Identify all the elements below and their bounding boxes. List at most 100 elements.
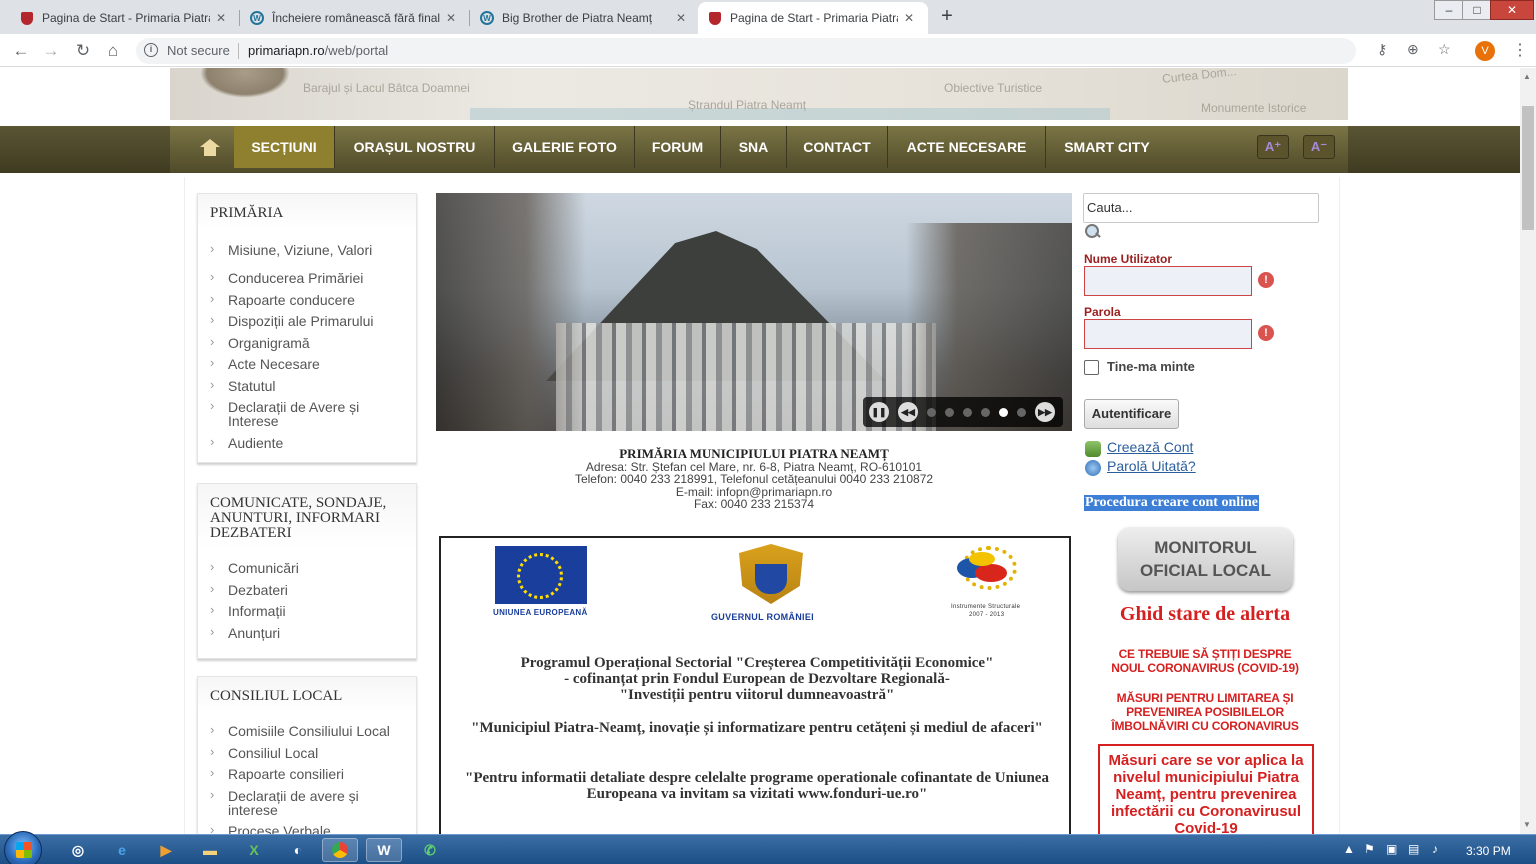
covid-measures-box[interactable]: Măsuri care se vor aplica la nivelul mun… [1098, 744, 1314, 834]
browser-tab-4[interactable]: Pagina de Start - Primaria Piatra N ✕ [698, 2, 928, 34]
back-button[interactable]: ← [10, 40, 32, 62]
password-field[interactable] [1084, 319, 1252, 349]
covid-info-link[interactable]: CE TREBUIE SĂ ȘTIȚI DESPRE NOUL CORONAVI… [1083, 647, 1327, 675]
start-button[interactable] [4, 831, 42, 864]
tray-arrow-icon[interactable]: ▲ [1343, 842, 1355, 856]
reload-button[interactable]: ↻ [72, 40, 94, 62]
nav-smart-city[interactable]: SMART CITY [1046, 126, 1168, 168]
whatsapp-icon[interactable]: ✆ [412, 838, 448, 862]
font-decrease-button[interactable]: A⁻ [1303, 135, 1335, 159]
nav-acte-necesare[interactable]: ACTE NECESARE [888, 126, 1046, 168]
flag-icon[interactable]: ⚑ [1364, 842, 1375, 856]
next-icon[interactable]: ▶▶ [1035, 402, 1055, 422]
remember-label[interactable]: Tine-ma minte [1107, 359, 1195, 374]
nav-orasul-nostru[interactable]: ORAȘUL NOSTRU [335, 126, 495, 168]
sidebar-item[interactable]: Procese Verbale [210, 823, 416, 834]
menu-icon[interactable]: ⋮ [1512, 40, 1528, 60]
sidebar-item[interactable]: Audiente [210, 435, 416, 450]
sidebar-item[interactable]: Comunicări [210, 560, 416, 575]
home-icon[interactable]: ⌂ [102, 40, 124, 62]
sidebar-item[interactable]: Organigramă [210, 335, 416, 350]
close-icon[interactable]: ✕ [446, 11, 456, 25]
close-icon[interactable]: ✕ [216, 11, 226, 25]
volume-icon[interactable]: ♪ [1432, 842, 1438, 856]
media-player-icon[interactable]: ▶ [148, 838, 184, 862]
nav-sna[interactable]: SNA [721, 126, 787, 168]
covid-measures-link[interactable]: MĂSURI PENTRU LIMITAREA ȘI PREVENIREA PO… [1083, 691, 1327, 733]
app-icon[interactable]: ◐ [280, 838, 316, 862]
font-increase-button[interactable]: A⁺ [1257, 135, 1289, 159]
sidebar-item[interactable]: Informații [210, 603, 416, 618]
ie-icon[interactable]: e [104, 838, 140, 862]
sidebar-item[interactable]: Consiliul Local [210, 745, 416, 760]
scroll-down-icon[interactable]: ▼ [1523, 820, 1531, 829]
slide-dot-active[interactable] [999, 408, 1008, 417]
sidebar-item[interactable]: Declarații de avere și interese [210, 788, 360, 817]
chrome-icon[interactable] [322, 838, 358, 862]
sidebar-item[interactable]: Dispoziții ale Primarului [210, 313, 416, 328]
excel-icon[interactable]: X [236, 838, 272, 862]
slide-dot[interactable] [963, 408, 972, 417]
nav-sectiuni[interactable]: SECȚIUNI [234, 126, 335, 168]
tab-title: Încheiere românească fără final f [272, 11, 440, 25]
sidebar-item[interactable]: Anunțuri [210, 625, 416, 640]
page-scrollbar[interactable]: ▲ ▼ [1520, 68, 1536, 834]
nav-galerie-foto[interactable]: GALERIE FOTO [495, 126, 635, 168]
sidebar-item[interactable]: Dezbateri [210, 582, 416, 597]
image-slider[interactable]: ❚❚ ◀◀ ▶▶ [436, 193, 1072, 431]
network-icon[interactable]: ▤ [1408, 842, 1419, 856]
ghid-link[interactable]: Ghid stare de alerta [1083, 603, 1327, 626]
search-input[interactable]: Cauta... [1083, 193, 1319, 223]
home-button[interactable] [186, 126, 234, 168]
network-app-icon[interactable]: ◎ [60, 838, 96, 862]
tray-icon[interactable]: ▣ [1386, 842, 1397, 856]
star-icon[interactable]: ☆ [1438, 41, 1451, 58]
close-icon[interactable]: ✕ [904, 11, 914, 25]
warning-icon: ! [1258, 325, 1274, 341]
sidebar-item[interactable]: Acte Necesare [210, 356, 416, 371]
login-button[interactable]: Autentificare [1084, 399, 1179, 429]
search-icon[interactable] [1084, 223, 1100, 239]
username-field[interactable] [1084, 266, 1252, 296]
browser-tab-2[interactable]: W Încheiere românească fără final f ✕ [240, 2, 468, 34]
browser-tab-1[interactable]: Pagina de Start - Primaria Piatra N ✕ [10, 2, 238, 34]
word-icon[interactable]: W [366, 838, 402, 862]
sidebar-item[interactable]: Misiune, Viziune, Valori [210, 242, 416, 257]
sidebar-item[interactable]: Statutul [210, 378, 416, 393]
forward-button[interactable]: → [40, 40, 62, 62]
security-label[interactable]: Not secure [167, 43, 230, 58]
slide-dot[interactable] [981, 408, 990, 417]
close-icon[interactable]: ✕ [676, 11, 686, 25]
slide-dot[interactable] [945, 408, 954, 417]
key-icon[interactable]: ⚷ [1377, 41, 1387, 58]
slide-dot[interactable] [927, 408, 936, 417]
sidebar-item[interactable]: Comisiile Consiliului Local [210, 723, 416, 738]
url-field[interactable]: i Not secure primariapn.ro/web/portal [136, 38, 1356, 64]
avatar[interactable]: V [1475, 41, 1495, 61]
browser-tab-3[interactable]: W Big Brother de Piatra Neamț ✕ [470, 2, 698, 34]
scroll-up-icon[interactable]: ▲ [1523, 72, 1531, 81]
pause-icon[interactable]: ❚❚ [869, 402, 889, 422]
slide-dot[interactable] [1017, 408, 1026, 417]
create-account-link[interactable]: Creează Cont [1107, 439, 1193, 455]
nav-contact[interactable]: CONTACT [787, 126, 888, 168]
maximize-button[interactable]: □ [1462, 0, 1492, 20]
close-window-button[interactable]: ✕ [1490, 0, 1534, 20]
new-tab-button[interactable]: + [934, 5, 960, 29]
sidebar-item[interactable]: Rapoarte conducere [210, 292, 416, 307]
sidebar-item[interactable]: Conducerea Primăriei [210, 270, 416, 285]
explorer-icon[interactable]: ▬ [192, 838, 228, 862]
procedure-link[interactable]: Procedura creare cont online [1084, 495, 1260, 511]
scroll-thumb[interactable] [1522, 106, 1534, 230]
remember-checkbox[interactable] [1084, 360, 1099, 375]
info-icon[interactable]: i [144, 43, 158, 57]
sidebar-item[interactable]: Rapoarte consilieri [210, 766, 416, 781]
sidebar-item[interactable]: Declarații de Avere și Interese [210, 399, 380, 428]
previous-icon[interactable]: ◀◀ [898, 402, 918, 422]
clock[interactable]: 3:30 PM [1466, 844, 1511, 858]
zoom-icon[interactable]: ⊕ [1407, 41, 1419, 58]
monitorul-oficial-button[interactable]: MONITORUL OFICIAL LOCAL [1118, 527, 1293, 591]
minimize-button[interactable]: – [1434, 0, 1464, 20]
nav-forum[interactable]: FORUM [635, 126, 721, 168]
forgot-password-link[interactable]: Parolă Uitată? [1107, 458, 1196, 474]
